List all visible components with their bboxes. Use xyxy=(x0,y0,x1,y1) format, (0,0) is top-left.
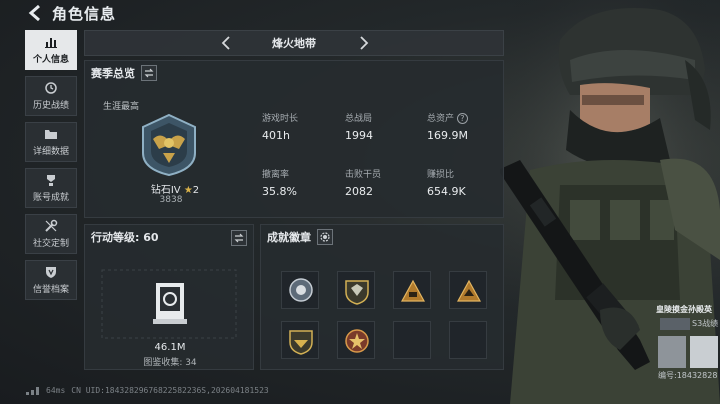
wrench-icon xyxy=(45,219,58,232)
back-arrow-icon[interactable] xyxy=(26,4,44,22)
empty-badge-slot[interactable] xyxy=(449,321,487,359)
career-best-label: 生涯最高 xyxy=(103,102,140,112)
ping-value: 64ms xyxy=(46,386,66,395)
stat-label: 总战局 xyxy=(345,114,373,124)
season-overview-panel: 赛季总览 生涯最高 钻石IV ★2 3838 游戏时长 401h 总战局 199… xyxy=(84,60,504,218)
stat-operators-defeated: 击败干员 2082 xyxy=(345,167,381,198)
shield-icon xyxy=(46,267,56,278)
sidebar: 个人信息 历史战绩 详细数据 账号成就 社交定制 信誉档案 xyxy=(25,30,77,306)
action-level-title: 行动等级: 60 xyxy=(91,229,159,245)
sidebar-item-label: 详细数据 xyxy=(32,147,69,157)
stat-value: 654.9K xyxy=(427,185,466,198)
history-icon xyxy=(45,82,57,94)
top-bar: 角色信息 xyxy=(0,0,720,26)
avatar[interactable] xyxy=(690,336,718,368)
signal-icon xyxy=(26,386,39,395)
stat-label: 撤离率 xyxy=(262,170,290,180)
map-selector: 烽火地带 xyxy=(84,30,504,56)
swap-season-button[interactable] xyxy=(141,65,157,81)
status-bar: 64ms CN UID:18432829676822582236S,202604… xyxy=(26,386,269,395)
help-icon[interactable]: ? xyxy=(456,113,468,124)
sidebar-item-achievements[interactable]: 账号成就 xyxy=(25,168,77,208)
achievement-icon xyxy=(47,175,55,186)
sidebar-item-history[interactable]: 历史战绩 xyxy=(25,76,77,116)
shield-badge-icon xyxy=(289,330,313,355)
star-badge-icon xyxy=(345,329,369,353)
stat-value: 2082 xyxy=(345,185,373,198)
diamond-rank-emblem-icon xyxy=(142,113,196,177)
sidebar-item-label: 社交定制 xyxy=(32,239,69,249)
triangle-badge-icon xyxy=(400,279,426,302)
stat-label: 赚损比 xyxy=(427,170,455,180)
folder-icon xyxy=(45,130,57,139)
sidebar-item-personal-info[interactable]: 个人信息 xyxy=(25,30,77,70)
stat-label: 击败干员 xyxy=(345,170,382,180)
swap-action-button[interactable] xyxy=(231,230,247,246)
season-overview-title: 赛季总览 xyxy=(91,67,135,80)
rank-line: 钻石IV ★2 xyxy=(135,181,215,196)
sidebar-item-label: 账号成就 xyxy=(32,193,69,203)
action-level-panel: 行动等级: 60 46.1M 图鉴收集: 34 xyxy=(84,224,254,370)
stat-label: 游戏时长 xyxy=(262,114,299,124)
sidebar-item-label: 历史战绩 xyxy=(32,101,69,111)
stat-value: 1994 xyxy=(345,129,373,142)
map-name: 烽火地带 xyxy=(272,37,316,50)
avatar[interactable] xyxy=(658,336,686,368)
achievement-badge[interactable] xyxy=(393,271,431,309)
achievements-panel: 成就徽章 xyxy=(260,224,504,370)
stat-label: 总资产 xyxy=(427,114,455,124)
achievement-badge[interactable] xyxy=(337,321,375,359)
stat-value: 35.8% xyxy=(262,185,297,198)
stat-total-assets: 总资产 ? 169.9M xyxy=(427,111,468,142)
sidebar-item-label: 信誉档案 xyxy=(32,285,69,295)
empty-badge-slot[interactable] xyxy=(393,321,431,359)
stat-extraction-rate: 撤离率 35.8% xyxy=(262,167,297,198)
stat-playtime: 游戏时长 401h xyxy=(262,111,298,142)
triangle-badge-icon xyxy=(456,279,482,302)
page-title: 角色信息 xyxy=(52,4,117,23)
achievement-badge[interactable] xyxy=(281,321,319,359)
season-overview-header: 赛季总览 xyxy=(91,65,157,81)
stat-value: 401h xyxy=(262,129,290,142)
achievement-badge[interactable] xyxy=(281,271,319,309)
achievement-badge[interactable] xyxy=(337,271,375,309)
action-value: 46.1M xyxy=(154,342,186,353)
swap-icon xyxy=(234,233,244,243)
rank-points: 3838 xyxy=(159,195,183,205)
swap-icon xyxy=(144,68,154,78)
stat-label-row: 总资产 ? xyxy=(427,111,468,124)
emblem-badge-icon xyxy=(289,278,313,302)
action-level-header: 行动等级: 60 xyxy=(91,229,159,245)
character-id: 编号:18432828 xyxy=(658,371,718,380)
gear-icon xyxy=(320,232,330,242)
prev-map-chevron-icon[interactable] xyxy=(217,34,235,52)
sidebar-item-social-custom[interactable]: 社交定制 xyxy=(25,214,77,254)
sidebar-item-credit-profile[interactable]: 信誉档案 xyxy=(25,260,77,300)
stat-total-matches: 总战局 1994 xyxy=(345,111,373,142)
character-name: 皇陵摸金孙殿英 xyxy=(656,305,712,314)
uid-text: CN UID:18432829676822582236S,20260418152… xyxy=(71,386,269,395)
sidebar-item-detailed-data[interactable]: 详细数据 xyxy=(25,122,77,162)
bar-chart-icon xyxy=(45,38,57,48)
achievements-settings-button[interactable] xyxy=(317,229,333,245)
next-map-chevron-icon[interactable] xyxy=(355,34,373,52)
collection-count: 图鉴收集: 34 xyxy=(143,358,197,368)
achievements-title: 成就徽章 xyxy=(267,231,311,244)
action-level-prefix: 行动等级: xyxy=(91,231,140,244)
server-label: S3战绩 xyxy=(692,319,719,328)
achievement-badge[interactable] xyxy=(449,271,487,309)
server-tag-icon xyxy=(660,318,690,330)
sidebar-item-label: 个人信息 xyxy=(32,55,69,65)
stat-value: 169.9M xyxy=(427,129,468,142)
shield-badge-icon xyxy=(345,280,369,305)
vault-trophy-icon xyxy=(153,283,187,324)
character-card[interactable]: 皇陵摸金孙殿英 S3战绩 编号:18432828 xyxy=(656,304,720,384)
action-level-value: 60 xyxy=(143,231,159,244)
stat-profit-loss-ratio: 赚损比 654.9K xyxy=(427,167,466,198)
achievements-header: 成就徽章 xyxy=(267,229,333,245)
